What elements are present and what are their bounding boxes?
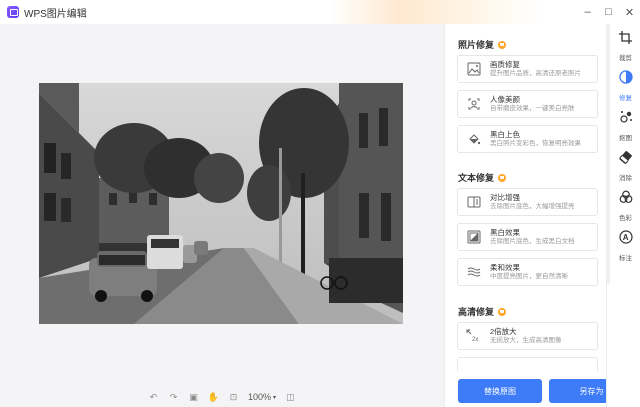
zoom-select[interactable]: 100% ▾ bbox=[248, 392, 276, 402]
option-contrast-enhance[interactable]: 对比增强 去除图片底色，大幅增强提亮 bbox=[457, 188, 598, 216]
soft-effect-icon bbox=[466, 264, 482, 280]
rail-label: 裁剪 bbox=[619, 54, 632, 62]
card-description: 黑白照片变彩色，恢复明亮效果 bbox=[490, 139, 581, 147]
option-upscale-2x[interactable]: 2x 2倍放大 无损放大，生成高清图像 bbox=[457, 322, 598, 350]
card-description: 提升图片品质，高清还原老照片 bbox=[490, 69, 581, 77]
card-description: 无损放大，生成高清图像 bbox=[490, 336, 562, 344]
canvas-toolbar: ↶ ↷ ▣ ✋ ⊡ 100% ▾ ◫ bbox=[0, 387, 444, 407]
portrait-beauty-icon bbox=[466, 96, 482, 112]
section-title: 照片修复 bbox=[458, 40, 495, 50]
card-title: 黑白上色 bbox=[490, 129, 520, 139]
card-description: 去除图片底色，生成黑白文档 bbox=[490, 237, 575, 245]
card-title: 柔和效果 bbox=[490, 262, 520, 272]
section-photo-repair: 照片修复 bbox=[458, 38, 507, 51]
option-soft-effect[interactable]: 柔和效果 中度提亮图片，更自然清晰 bbox=[457, 258, 598, 286]
close-button[interactable]: ✕ bbox=[619, 0, 640, 24]
rail-repair[interactable]: 修复 bbox=[610, 68, 640, 104]
card-title: 画质修复 bbox=[490, 59, 520, 69]
image-enhance-icon bbox=[466, 61, 482, 77]
function-rail: 裁剪 修复 抠图 消除 色彩 A 标注 bbox=[606, 24, 640, 407]
upscale-2x-icon: 2x bbox=[466, 328, 482, 344]
premium-crown-icon bbox=[498, 40, 507, 49]
option-bw-effect[interactable]: 黑白效果 去除图片底色，生成黑白文档 bbox=[457, 223, 598, 251]
maximize-button[interactable]: □ bbox=[598, 0, 619, 24]
option-quality-repair[interactable]: 画质修复 提升图片品质，高清还原老照片 bbox=[457, 55, 598, 83]
hand-pan-icon[interactable]: ✋ bbox=[208, 392, 219, 403]
zoom-value: 100% bbox=[247, 392, 271, 402]
premium-crown-icon bbox=[498, 307, 507, 316]
svg-text:2x: 2x bbox=[472, 337, 478, 343]
crop-icon bbox=[619, 30, 632, 49]
split-view-icon[interactable]: ◫ bbox=[285, 392, 296, 403]
redo-icon[interactable]: ↷ bbox=[168, 392, 179, 403]
rail-label: 消除 bbox=[619, 175, 632, 182]
option-portrait-beauty[interactable]: 人像美颜 自带磨皮效果，一键美白亮肤 bbox=[457, 90, 598, 118]
bw-effect-icon bbox=[466, 229, 482, 245]
card-description: 去除图片底色，大幅增强提亮 bbox=[490, 202, 575, 210]
svg-text:A: A bbox=[622, 233, 628, 242]
annotate-icon: A bbox=[618, 230, 633, 249]
rail-crop[interactable]: 裁剪 bbox=[610, 28, 640, 64]
section-hd-repair: 高清修复 bbox=[458, 305, 507, 318]
eraser-icon bbox=[618, 150, 633, 169]
colorize-icon bbox=[466, 131, 482, 147]
card-description: 中度提亮图片，更自然清晰 bbox=[490, 272, 568, 280]
card-title: 2倍放大 bbox=[490, 326, 517, 336]
cutout-icon bbox=[619, 110, 633, 129]
rail-cutout[interactable]: 抠图 bbox=[610, 108, 640, 144]
compare-image-icon[interactable]: ▣ bbox=[188, 392, 199, 403]
title-bar: WPS图片编辑 – □ ✕ bbox=[0, 0, 640, 24]
app-title: WPS图片编辑 bbox=[24, 8, 87, 20]
premium-crown-icon bbox=[498, 173, 507, 182]
undo-icon[interactable]: ↶ bbox=[148, 392, 159, 403]
replace-original-button[interactable]: 替换原图 bbox=[458, 379, 542, 403]
color-icon bbox=[619, 190, 633, 209]
rail-label: 修复 bbox=[619, 95, 632, 102]
chevron-down-icon: ▾ bbox=[273, 394, 277, 401]
rail-label: 色彩 bbox=[619, 215, 632, 222]
section-title: 文本修复 bbox=[458, 173, 495, 183]
option-partially-hidden[interactable] bbox=[457, 357, 598, 371]
edited-photo[interactable] bbox=[39, 83, 403, 324]
card-title: 人像美颜 bbox=[490, 94, 520, 104]
rail-erase[interactable]: 消除 bbox=[610, 148, 640, 184]
contrast-icon bbox=[466, 194, 482, 210]
card-description: 自带磨皮效果，一键美白亮肤 bbox=[490, 104, 575, 112]
rail-annotate[interactable]: A 标注 bbox=[610, 228, 640, 264]
canvas-area: ↶ ↷ ▣ ✋ ⊡ 100% ▾ ◫ bbox=[0, 24, 444, 407]
tool-panel: 照片修复 画质修复 提升图片品质，高清还原老照片 人像美颜 自带磨皮效果，一键美… bbox=[444, 24, 634, 407]
section-text-repair: 文本修复 bbox=[458, 171, 507, 184]
option-colorize[interactable]: 黑白上色 黑白照片变彩色，恢复明亮效果 bbox=[457, 125, 598, 153]
title-bar-banner bbox=[330, 0, 540, 24]
minimize-button[interactable]: – bbox=[577, 0, 598, 24]
card-title: 对比增强 bbox=[490, 192, 520, 202]
rail-color[interactable]: 色彩 bbox=[610, 188, 640, 224]
section-title: 高清修复 bbox=[458, 307, 495, 317]
card-title: 黑白效果 bbox=[490, 227, 520, 237]
fit-screen-icon[interactable]: ⊡ bbox=[228, 392, 239, 403]
rail-label: 抠图 bbox=[619, 135, 632, 142]
wps-logo-icon bbox=[7, 6, 19, 18]
repair-icon bbox=[618, 70, 633, 89]
rail-label: 标注 bbox=[619, 255, 632, 262]
